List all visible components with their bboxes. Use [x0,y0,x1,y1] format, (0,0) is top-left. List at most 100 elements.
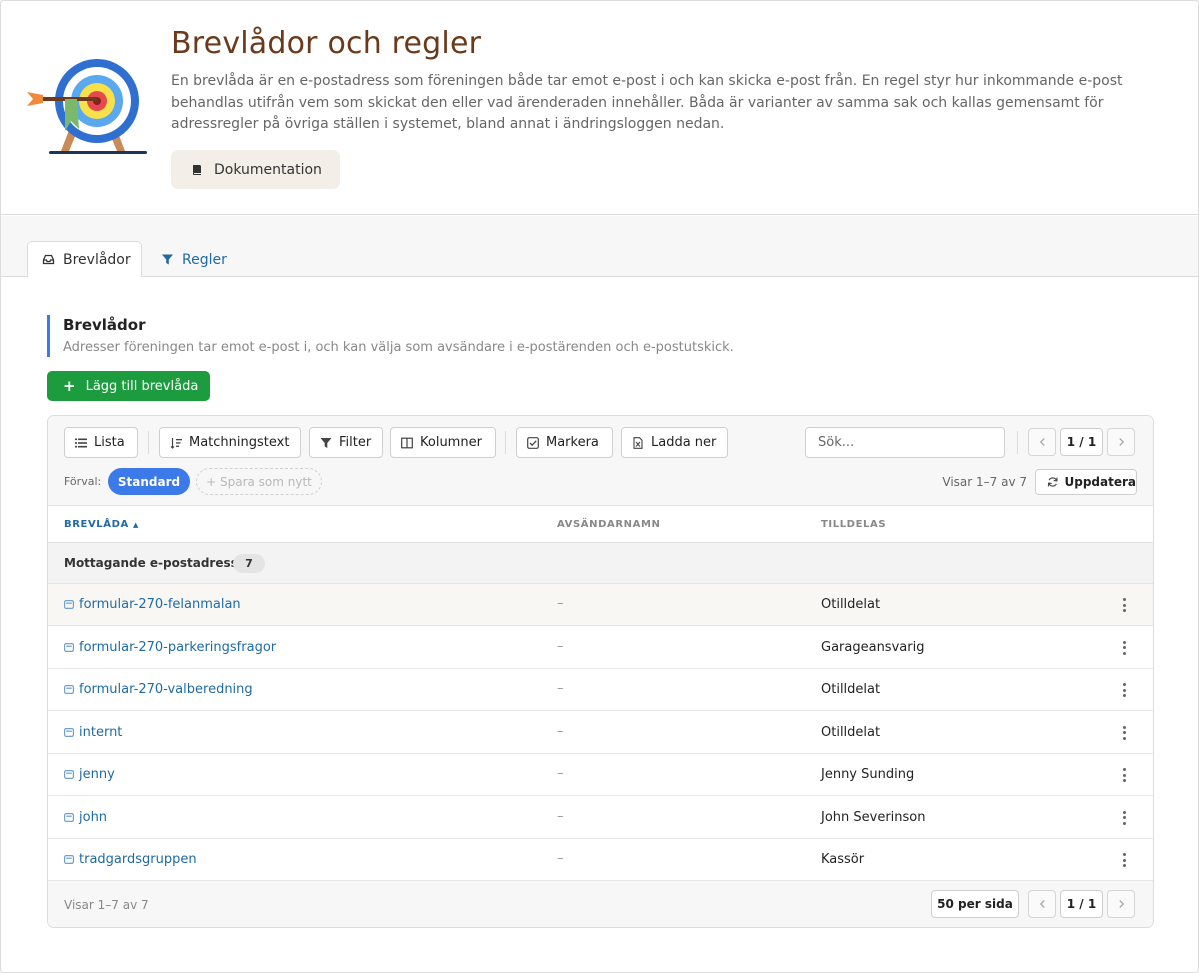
sender-name: – [557,723,564,739]
mailbox-name: jenny [79,767,115,782]
columns-label: Kolumner [420,435,482,450]
add-mailbox-button[interactable]: + Lägg till brevlåda [47,371,210,401]
matching-text-button[interactable]: Matchningstext [159,427,301,458]
more-options-icon[interactable] [1118,597,1130,613]
save-preset-button[interactable]: + Spara som nytt [196,468,322,495]
mailbox-icon [64,812,74,822]
tab-bar: Brevlådor Regler [1,216,1198,278]
checkbox-icon [527,436,539,449]
assigned-to: Jenny Sunding [821,767,915,782]
column-header-mailbox[interactable]: BREVLÅDA ▲ [64,519,139,530]
toolbar-divider [1017,431,1018,454]
filter-icon [320,437,332,448]
mailbox-icon [64,642,74,652]
footer-next-page-button[interactable] [1107,890,1135,918]
table-row[interactable]: formular-270-valberedning – Otilldelat [48,669,1153,711]
table-row[interactable]: formular-270-parkeringsfragor – Garageansv… [48,626,1153,669]
tab-brevlador-label: Brevlådor [63,251,131,268]
section-title: Brevlådor [63,316,146,334]
sender-name: – [557,851,564,866]
tab-regler[interactable]: Regler [159,241,227,278]
sort-asc-icon: ▲ [132,521,139,529]
filter-button[interactable]: Filter [309,427,383,458]
sender-name: – [557,681,564,696]
mailbox-link[interactable]: jenny [64,767,115,782]
more-options-icon[interactable] [1118,810,1130,826]
list-icon [75,438,87,447]
table-row[interactable]: tradgardsgruppen – Kassör [48,839,1153,881]
columns-button[interactable]: Kolumner [390,427,496,458]
preset-label: Förval: [64,475,102,488]
mailbox-link[interactable]: internt [64,725,122,740]
list-view-button[interactable]: Lista [64,427,138,458]
mailbox-link[interactable]: tradgardsgruppen [64,852,197,867]
table-row[interactable]: john – John Severinson [48,796,1153,839]
tab-brevlador[interactable]: Brevlådor [27,241,142,278]
mailbox-icon [64,770,74,779]
group-count-badge: 7 [233,554,265,573]
more-options-icon[interactable] [1118,682,1130,698]
table-header: BREVLÅDA ▲ AVSÄNDARNAMN TILLDELAS [48,506,1153,543]
mailbox-link[interactable]: formular-270-valberedning [64,682,253,697]
page-indicator[interactable]: 1 / 1 [1060,428,1103,456]
filter-icon [162,254,173,265]
mailbox-name: formular-270-felanmalan [79,597,241,612]
refresh-button[interactable]: Uppdatera [1035,469,1137,495]
mailbox-name: formular-270-parkeringsfragor [79,639,277,655]
section-subtitle: Adresser föreningen tar emot e-post i, o… [63,340,734,355]
main-content: Brevlådor Adresser föreningen tar emot e… [1,277,1198,972]
column-header-sender[interactable]: AVSÄNDARNAMN [557,519,660,530]
column-header-assigned[interactable]: TILLDELAS [821,519,886,530]
mailbox-icon [64,855,74,864]
mailbox-icon [64,600,74,609]
tab-regler-label: Regler [182,251,227,268]
per-page-select[interactable]: 50 per sida [931,890,1019,918]
download-button[interactable]: Ladda ner [621,427,728,458]
more-options-icon[interactable] [1118,640,1130,656]
section-header: Brevlådor Adresser föreningen tar emot e… [47,315,734,357]
sender-name: – [557,766,564,781]
group-row[interactable]: Mottagande e-postadress 7 [48,543,1153,584]
documentation-button[interactable]: Dokumentation [171,150,340,189]
chevron-right-icon [1118,438,1124,446]
search-input[interactable] [805,427,1005,458]
table-row[interactable]: internt – Otilldelat [48,711,1153,754]
footer-page-indicator[interactable]: 1 / 1 [1060,890,1103,918]
page-description: En brevlåda är en e-postadress som fören… [171,73,1123,132]
mailbox-name: internt [79,724,123,740]
sender-name: – [557,596,564,611]
columns-icon [401,437,413,448]
mark-button[interactable]: Markera [516,427,613,458]
sort-icon [170,437,182,449]
documentation-button-label: Dokumentation [214,161,322,178]
mailbox-name: john [79,809,108,825]
download-label: Ladda ner [651,435,717,450]
more-options-icon[interactable] [1118,725,1130,741]
table-toolbar: Lista Matchningstext Filter Kolumner Mar… [48,416,1153,506]
next-page-button[interactable] [1107,428,1135,456]
toolbar-divider [505,431,506,454]
mailbox-name: tradgardsgruppen [79,852,197,867]
mailbox-icon [64,685,74,694]
toolbar-divider [148,431,149,454]
assigned-to: John Severinson [821,809,926,825]
prev-page-button[interactable] [1028,428,1056,456]
chevron-left-icon [1039,438,1045,446]
mailbox-icon [64,727,74,737]
excel-file-icon [633,436,643,449]
sender-name: – [557,638,564,654]
mailbox-link[interactable]: formular-270-parkeringsfragor [64,640,276,655]
footer-prev-page-button[interactable] [1028,890,1056,918]
page-header: Brevlådor och regler En brevlåda är en e… [1,1,1198,215]
book-icon [193,164,201,175]
table-row[interactable]: jenny – Jenny Sunding [48,754,1153,796]
preset-standard-chip[interactable]: Standard [108,468,190,495]
assigned-to: Garageansvarig [821,639,925,655]
mailbox-link[interactable]: formular-270-felanmalan [64,597,241,612]
more-options-icon[interactable] [1118,767,1130,783]
list-view-label: Lista [94,435,125,450]
table-row[interactable]: formular-270-felanmalan – Otilldelat [48,584,1153,626]
more-options-icon[interactable] [1118,852,1130,868]
sender-name: – [557,808,564,824]
mailbox-link[interactable]: john [64,810,107,825]
